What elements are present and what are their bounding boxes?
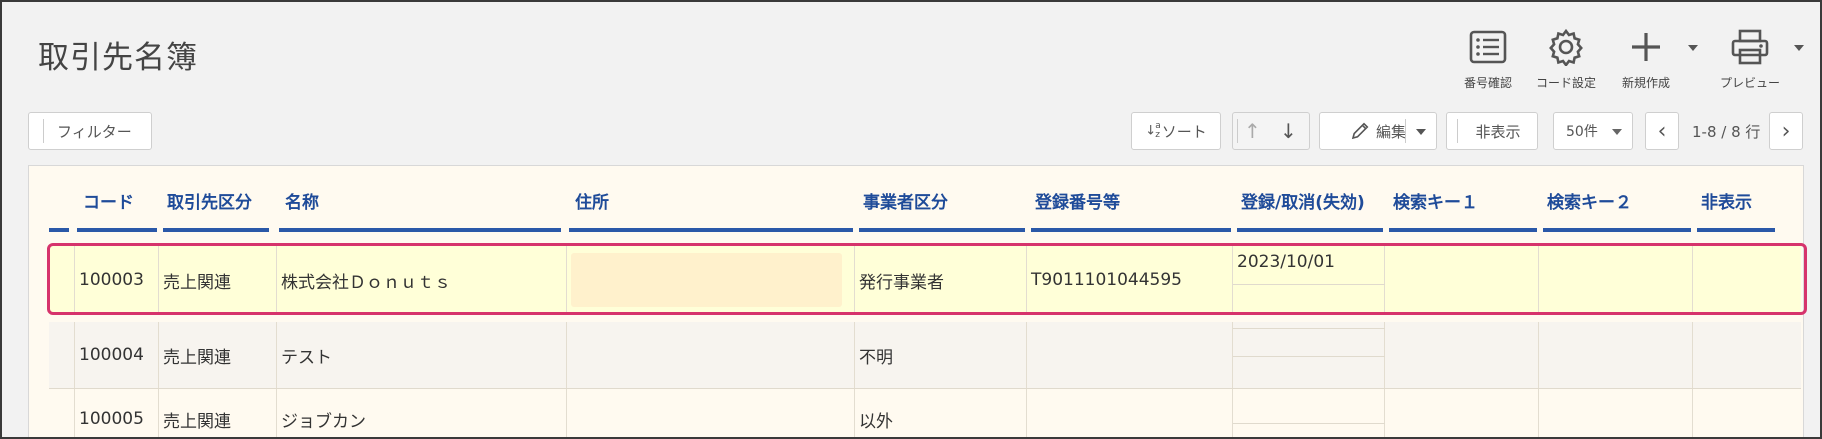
page-size-value: 50件 — [1566, 124, 1598, 140]
cell-divider — [1233, 423, 1385, 424]
header-underline — [1543, 228, 1691, 232]
cell-business-type[interactable]: 以外 — [855, 389, 1027, 437]
header-underline — [1237, 228, 1383, 232]
selected-row-highlight — [47, 243, 1807, 315]
move-down-button[interactable]: ↓ — [1280, 119, 1297, 143]
list-icon — [1450, 22, 1526, 72]
filter-label: フィルター — [57, 122, 132, 141]
cell-reg-date[interactable] — [1233, 322, 1385, 388]
number-check-label: 番号確認 — [1463, 76, 1512, 90]
code-settings-label: コード設定 — [1535, 76, 1596, 90]
col-header-address[interactable]: 住所 — [573, 188, 609, 220]
sort-button[interactable]: ↓a z ソート — [1131, 112, 1221, 150]
cell-code[interactable]: 100005 — [75, 389, 159, 437]
cell-reg-date[interactable] — [1233, 389, 1385, 437]
chevron-right-icon: › — [1781, 118, 1791, 144]
cell-hidden[interactable] — [1693, 322, 1801, 388]
cell-address[interactable] — [567, 389, 855, 437]
cell-code[interactable]: 100004 — [75, 322, 159, 388]
hide-divider — [1457, 119, 1458, 143]
col-header-reg-no[interactable]: 登録番号等 — [1033, 188, 1120, 220]
header-underline — [1031, 228, 1231, 232]
table-row[interactable]: 100005 売上関連 ジョブカン 以外 — [49, 389, 1801, 437]
col-header-name[interactable]: 名称 — [283, 188, 319, 220]
header-underline — [1697, 228, 1775, 232]
header-underline — [859, 228, 1025, 232]
header-underline — [569, 228, 853, 232]
printer-icon — [1710, 22, 1790, 72]
preview-chevron-down-icon[interactable] — [1794, 45, 1804, 51]
header-underline — [49, 228, 69, 232]
header-underline — [163, 228, 269, 232]
page-size-chevron-down-icon — [1612, 129, 1622, 135]
cell-reg-no[interactable] — [1027, 322, 1233, 388]
cell-divider — [1233, 356, 1385, 357]
cell-divider — [1233, 328, 1385, 329]
col-header-hidden[interactable]: 非表示 — [1699, 188, 1752, 220]
filter-button[interactable]: フィルター — [28, 112, 152, 150]
new-create-label: 新規作成 — [1621, 76, 1670, 90]
cell-key2[interactable] — [1539, 389, 1693, 437]
col-header-key1[interactable]: 検索キー１ — [1391, 188, 1478, 220]
prev-page-button[interactable]: ‹ — [1645, 112, 1679, 150]
vendor-table: コード 取引先区分 名称 住所 事業者区分 登録番号等 登録/取消(失効) 検索… — [28, 165, 1807, 437]
hide-button[interactable]: 非表示 — [1446, 112, 1538, 150]
preview-label: プレビュー — [1719, 76, 1780, 90]
edit-label: 編集 — [1375, 122, 1406, 141]
cell-reg-no[interactable] — [1027, 389, 1233, 437]
app-window: 取引先名簿 番号確認 コード設定 新規作成 プレビュー フィルター ↓a z ソ… — [0, 0, 1822, 439]
edit-divider — [1405, 119, 1406, 143]
edit-chevron-down-icon[interactable] — [1416, 129, 1426, 135]
header-underline — [279, 228, 561, 232]
new-create-button[interactable]: 新規作成 — [1608, 22, 1684, 91]
sort-label: ソート — [1161, 122, 1207, 141]
cell-address[interactable] — [567, 322, 855, 388]
row-handle — [49, 322, 75, 388]
move-up-button[interactable]: ↑ — [1244, 119, 1261, 143]
col-header-code[interactable]: コード — [81, 188, 134, 220]
plus-icon — [1608, 22, 1684, 72]
cell-key1[interactable] — [1385, 322, 1539, 388]
hide-label: 非表示 — [1475, 122, 1521, 141]
new-create-chevron-down-icon[interactable] — [1688, 45, 1698, 51]
cell-key1[interactable] — [1385, 389, 1539, 437]
cell-category[interactable]: 売上関連 — [159, 389, 277, 437]
cell-category[interactable]: 売上関連 — [159, 322, 277, 388]
code-settings-button[interactable]: コード設定 — [1528, 22, 1604, 91]
pencil-icon — [1350, 121, 1370, 141]
header-underline — [77, 228, 157, 232]
sort-icon: ↓a z — [1145, 121, 1160, 140]
number-check-button[interactable]: 番号確認 — [1450, 22, 1526, 91]
col-header-business-type[interactable]: 事業者区分 — [861, 188, 948, 220]
chevron-left-icon: ‹ — [1657, 118, 1667, 144]
preview-button[interactable]: プレビュー — [1710, 22, 1790, 91]
cell-key2[interactable] — [1539, 322, 1693, 388]
page-size-select[interactable]: 50件 — [1553, 112, 1633, 150]
header-underline — [1389, 228, 1537, 232]
table-row[interactable]: 100004 売上関連 テスト 不明 — [49, 322, 1801, 388]
cell-name[interactable]: ジョブカン — [277, 389, 567, 437]
cell-business-type[interactable]: 不明 — [855, 322, 1027, 388]
page-title: 取引先名簿 — [38, 40, 198, 76]
cell-hidden[interactable] — [1693, 389, 1801, 437]
edit-button[interactable]: 編集 — [1319, 112, 1437, 150]
filter-divider — [43, 119, 44, 143]
col-header-category[interactable]: 取引先区分 — [165, 188, 252, 220]
next-page-button[interactable]: › — [1769, 112, 1803, 150]
cell-name[interactable]: テスト — [277, 322, 567, 388]
gear-icon — [1528, 22, 1604, 72]
move-buttons: ↑ ↓ — [1232, 112, 1310, 150]
row-handle — [49, 389, 75, 437]
row-range: 1-8 / 8 行 — [1692, 123, 1761, 141]
col-header-reg-date[interactable]: 登録/取消(失効) — [1239, 188, 1365, 220]
col-header-key2[interactable]: 検索キー２ — [1545, 188, 1632, 220]
